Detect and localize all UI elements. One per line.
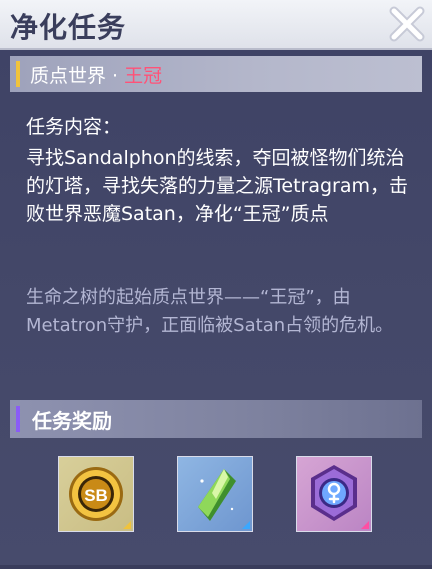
green-crystal-icon — [198, 469, 236, 521]
world-name: 质点世界 · — [30, 65, 125, 87]
world-header: 质点世界 · 王冠 — [10, 56, 422, 92]
reward-item-coin[interactable]: SB — [58, 456, 134, 532]
world-accent-bar — [16, 61, 20, 87]
reward-heading: 任务奖励 — [32, 409, 112, 433]
coin-text: SB — [84, 486, 108, 505]
close-button[interactable] — [388, 5, 426, 43]
rarity-corner — [361, 521, 369, 529]
reward-header: 任务奖励 — [10, 400, 422, 438]
reward-item-crystal[interactable] — [177, 456, 253, 532]
title-bar: 净化任务 — [0, 0, 432, 50]
task-panel: 净化任务 质点世界 · 王冠 任务内容： 寻找Sandalphon的线索，夺回被… — [0, 0, 432, 569]
reward-accent-bar — [16, 406, 20, 432]
bottom-border — [0, 565, 432, 569]
rarity-corner — [123, 521, 131, 529]
task-description: 寻找Sandalphon的线索，夺回被怪物们统治的灯塔，寻找失落的力量之源Tet… — [26, 147, 408, 225]
world-label: 质点世界 · 王冠 — [30, 61, 162, 88]
task-content-heading: 任务内容： — [26, 116, 122, 138]
task-lore: 生命之树的起始质点世界——“王冠”，由Metatron守护，正面临被Satan占… — [26, 287, 394, 336]
purple-badge-icon — [311, 465, 357, 521]
panel-title: 净化任务 — [10, 11, 127, 44]
rarity-corner — [242, 521, 250, 529]
reward-item-badge[interactable] — [296, 456, 372, 532]
gold-coin-icon: SB — [69, 467, 123, 521]
world-crown-name: 王冠 — [124, 65, 163, 87]
close-icon — [389, 6, 425, 42]
